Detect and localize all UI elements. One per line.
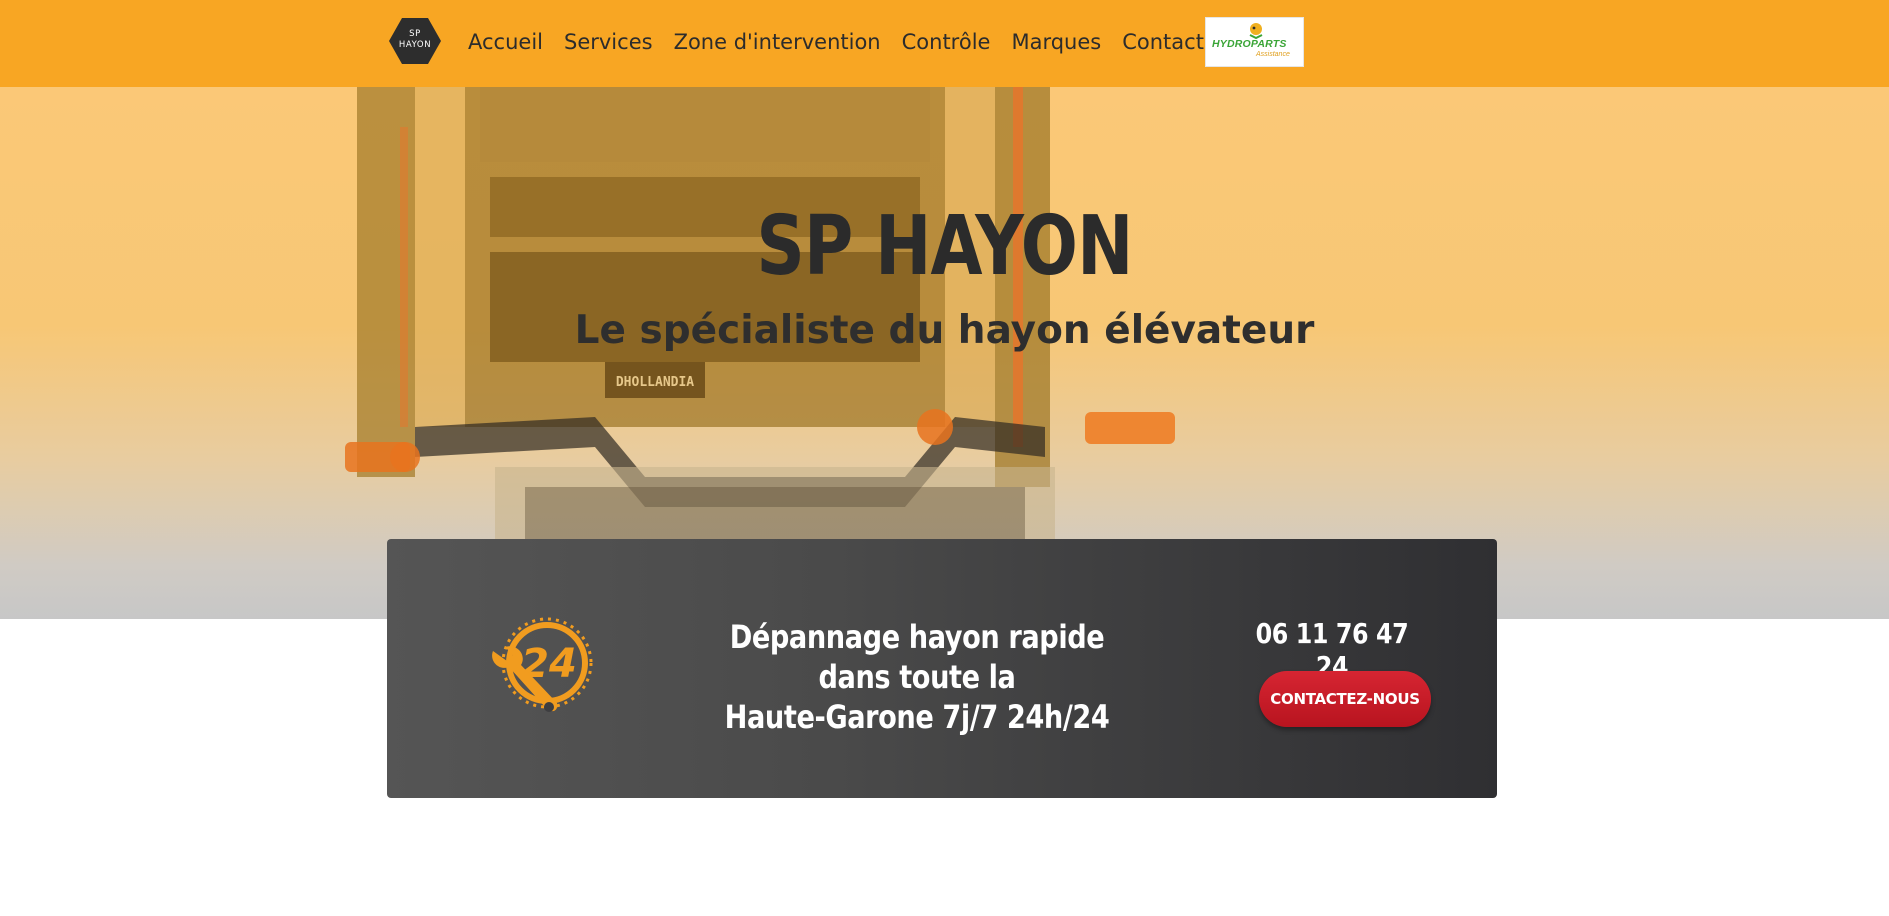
- partner-subtitle: Assistance: [1256, 51, 1290, 58]
- logo-text: SP HAYON: [388, 29, 442, 51]
- contact-us-button[interactable]: CONTACTEZ-NOUS: [1259, 671, 1431, 727]
- banner-message-line-2: Haute-Garone 7j/7 24h/24: [724, 698, 1110, 736]
- nav-item-marques[interactable]: Marques: [1011, 28, 1101, 56]
- logo-line-1: SP: [409, 29, 421, 39]
- hero-subtitle: Le spécialiste du hayon élévateur: [574, 308, 1315, 353]
- site-logo[interactable]: SP HAYON: [388, 17, 442, 65]
- nav-item-zone-intervention[interactable]: Zone d'intervention: [674, 28, 881, 56]
- nav-item-contact[interactable]: Contact: [1122, 28, 1204, 56]
- banner-message: Dépannage hayon rapide dans toute la Hau…: [705, 617, 1130, 737]
- partner-logo-hydroparts[interactable]: HYDROPARTS Assistance: [1205, 17, 1304, 67]
- emergency-banner: 24 Dépannage hayon rapide dans toute la …: [387, 539, 1497, 798]
- banner-message-line-1: Dépannage hayon rapide dans toute la: [729, 618, 1105, 696]
- nav-item-controle[interactable]: Contrôle: [902, 28, 991, 56]
- main-nav: Accueil Services Zone d'intervention Con…: [468, 28, 1225, 56]
- hero-title: SP HAYON: [756, 199, 1133, 294]
- partner-name: HYDROPARTS: [1212, 38, 1287, 50]
- nav-item-accueil[interactable]: Accueil: [468, 28, 543, 56]
- logo-line-2: HAYON: [398, 40, 432, 50]
- site-header: SP HAYON Accueil Services Zone d'interve…: [0, 0, 1889, 87]
- partner-mascot-icon: [1249, 23, 1263, 39]
- wrench-24h-icon: 24: [492, 617, 593, 712]
- truck-plate-text: DHOLLANDIA: [616, 375, 694, 390]
- nav-item-services[interactable]: Services: [564, 28, 653, 56]
